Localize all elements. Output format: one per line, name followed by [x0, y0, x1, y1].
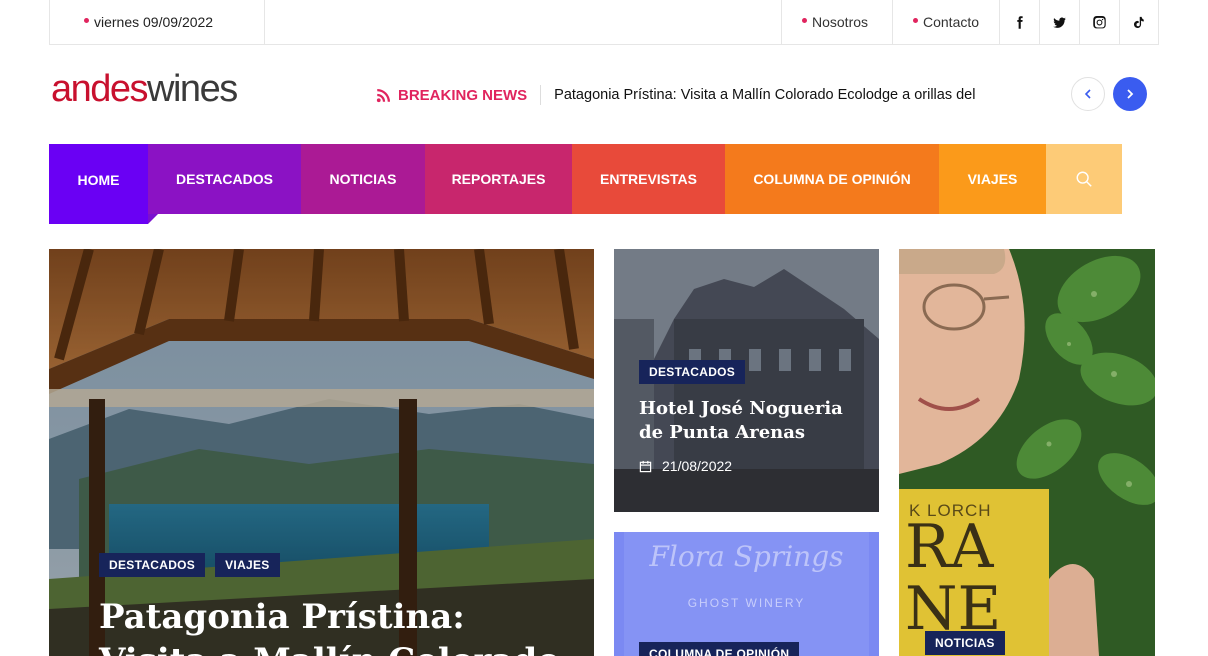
category-badge[interactable]: DESTACADOS [639, 360, 746, 384]
menu-item-entrevistas[interactable]: ENTREVISTAS [572, 144, 725, 214]
breaking-news-headline[interactable]: Patagonia Prístina: Visita a Mallín Colo… [554, 87, 1054, 103]
menu-item-destacados[interactable]: DESTACADOS [148, 144, 301, 214]
ticker-next-button[interactable] [1113, 77, 1147, 111]
book-cover-title-line1: RA [905, 512, 994, 582]
rss-icon [376, 89, 390, 103]
search-button[interactable] [1046, 144, 1122, 214]
current-date: viernes 09/09/2022 [49, 0, 265, 44]
ticker-prev-button[interactable] [1071, 77, 1105, 111]
search-icon [1076, 171, 1092, 187]
menu-item-reportajes[interactable]: REPORTAJES [425, 144, 572, 214]
breaking-news-label: BREAKING NEWS [398, 86, 528, 104]
article-card[interactable]: K LORCH RA NE NOTICIAS [899, 249, 1155, 656]
chevron-right-icon [1127, 89, 1134, 99]
menu-item-viajes[interactable]: VIAJES [939, 144, 1046, 214]
article-card[interactable]: DESTACADOS Hotel José Nogueria de Punta … [614, 249, 879, 512]
article-date: 21/08/2022 [639, 458, 732, 474]
article-card[interactable]: Flora Springs GHOST WINERY COLUMNA DE OP… [614, 532, 879, 656]
contacto-link[interactable]: Contacto [892, 0, 999, 44]
winery-sign-text: Flora Springs [649, 540, 844, 573]
category-badge[interactable]: NOTICIAS [925, 631, 1005, 655]
category-badge[interactable]: COLUMNA DE OPINIÓN [639, 642, 800, 656]
instagram-icon[interactable] [1079, 0, 1119, 44]
facebook-icon[interactable] [999, 0, 1039, 44]
featured-article-title[interactable]: Patagonia Prístina: Visita a Mallín Colo… [99, 595, 569, 656]
menu-item-home[interactable]: HOME [49, 144, 148, 224]
menu-item-noticias[interactable]: NOTICIAS [301, 144, 425, 214]
top-bar: viernes 09/09/2022 Nosotros Contacto [49, 0, 1159, 45]
main-menu: HOME DESTACADOS NOTICIAS REPORTAJES ENTR… [49, 144, 1122, 224]
nosotros-link[interactable]: Nosotros [781, 0, 892, 44]
category-badge[interactable]: VIAJES [215, 553, 280, 577]
article-title[interactable]: Hotel José Nogueria de Punta Arenas [639, 397, 869, 445]
twitter-icon[interactable] [1039, 0, 1079, 44]
featured-article-card[interactable]: DESTACADOS VIAJES Patagonia Prístina: Vi… [49, 249, 594, 656]
category-badge[interactable]: DESTACADOS [99, 553, 206, 577]
tiktok-icon[interactable] [1119, 0, 1159, 44]
breaking-news: BREAKING NEWS Patagonia Prístina: Visita… [375, 83, 1054, 107]
book-cover-title-line2: NE [905, 574, 1002, 644]
site-logo[interactable]: andeswines [51, 66, 238, 112]
winery-sign-subtext: GHOST WINERY [687, 596, 806, 610]
chevron-left-icon [1084, 89, 1091, 99]
calendar-icon [639, 460, 652, 472]
menu-item-columna-de-opinion[interactable]: COLUMNA DE OPINIÓN [725, 144, 939, 214]
